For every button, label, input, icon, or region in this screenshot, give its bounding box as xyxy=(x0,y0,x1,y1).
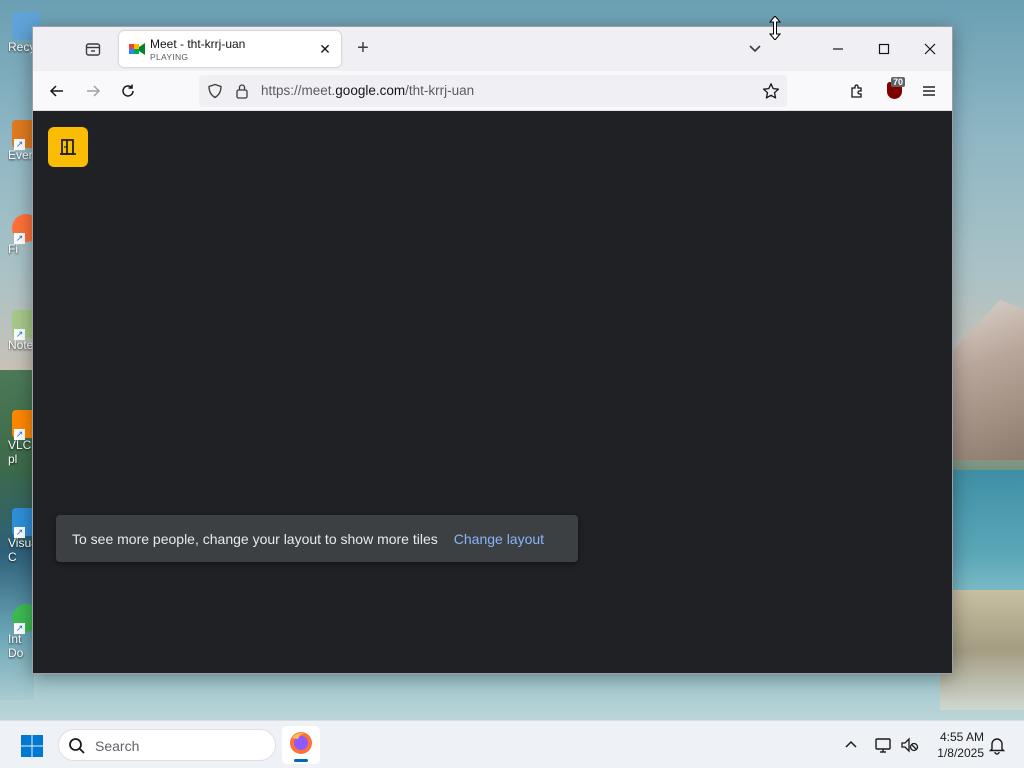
url-path: /tht-krrj-uan xyxy=(405,83,475,98)
bell-icon xyxy=(988,738,1006,755)
desktop-icon-everything[interactable]: ↗ Ever xyxy=(0,120,40,162)
desktop-icon-idm[interactable]: ↗ Int Do xyxy=(0,604,40,660)
ublock-blocked-count-badge: 70 xyxy=(891,77,906,87)
ublock-origin-button[interactable]: 70 xyxy=(883,77,907,103)
windows-logo-icon xyxy=(21,735,43,757)
new-tab-button[interactable]: + xyxy=(351,37,375,61)
bookmark-star-button[interactable] xyxy=(761,81,781,101)
shortcut-arrow-icon: ↗ xyxy=(14,527,25,538)
desktop-icon-firefox[interactable]: ↗ Fi xyxy=(0,214,40,256)
url-text: https://meet.google.com/tht-krrj-uan xyxy=(261,83,474,98)
firefox-view-button[interactable] xyxy=(81,37,105,61)
minimize-icon xyxy=(833,48,843,50)
show-hidden-icons-button[interactable] xyxy=(842,736,860,754)
app-menu-button[interactable] xyxy=(917,79,941,103)
start-button[interactable] xyxy=(20,734,44,758)
change-layout-button[interactable]: Change layout xyxy=(454,531,544,547)
meet-page-content: To see more people, change your layout t… xyxy=(33,111,952,673)
desktop-icon-vscode[interactable]: ↗ Visua C xyxy=(0,508,40,564)
star-icon xyxy=(762,83,780,99)
puzzle-piece-icon xyxy=(851,84,862,98)
tab-title: Meet - tht-krrj-uan xyxy=(150,37,246,51)
shortcut-arrow-icon: ↗ xyxy=(14,233,25,244)
search-icon xyxy=(69,738,85,754)
maximize-icon xyxy=(878,43,890,55)
url-domain: google.com xyxy=(335,83,406,98)
maximize-button[interactable] xyxy=(861,27,907,71)
network-button[interactable] xyxy=(874,735,894,760)
door-exit-icon xyxy=(60,139,76,155)
tab-playing-status: PLAYING xyxy=(150,52,189,62)
extensions-button[interactable] xyxy=(845,79,869,103)
navigation-toolbar: https://meet.google.com/tht-krrj-uan 70 xyxy=(33,71,952,111)
minimize-button[interactable] xyxy=(815,27,861,71)
lock-icon[interactable] xyxy=(235,83,249,99)
search-placeholder: Search xyxy=(95,738,140,754)
toast-message: To see more people, change your layout t… xyxy=(72,530,438,547)
speaker-muted-icon xyxy=(901,737,919,753)
network-icon xyxy=(875,738,891,753)
desktop-icon-notepad[interactable]: ↗ Note xyxy=(0,310,40,352)
shortcut-arrow-icon: ↗ xyxy=(14,623,25,634)
forward-arrow-icon xyxy=(87,85,101,97)
desktop-icon-recycle-bin[interactable]: Recy xyxy=(0,12,40,54)
firefox-view-icon xyxy=(85,43,101,56)
forward-button[interactable] xyxy=(81,79,105,103)
tab-close-icon[interactable]: ✕ xyxy=(317,41,333,57)
shortcut-arrow-icon: ↗ xyxy=(14,139,25,150)
exit-button[interactable] xyxy=(48,127,88,167)
layout-hint-toast: To see more people, change your layout t… xyxy=(56,515,578,562)
clock-date: 1/8/2025 xyxy=(937,746,984,760)
address-bar[interactable]: https://meet.google.com/tht-krrj-uan xyxy=(199,75,787,107)
chevron-down-icon xyxy=(749,45,761,53)
back-button[interactable] xyxy=(45,79,69,103)
clock-time: 4:55 AM xyxy=(939,730,984,744)
reload-button[interactable] xyxy=(116,79,140,103)
browser-window: Meet - tht-krrj-uan PLAYING ✕ + https://… xyxy=(32,26,953,674)
close-window-button[interactable] xyxy=(907,27,953,71)
tracking-protection-shield-icon[interactable] xyxy=(207,83,223,99)
reload-icon xyxy=(122,84,134,97)
chevron-up-icon xyxy=(845,740,857,748)
desktop-icon-vlc[interactable]: ↗ VLC pl xyxy=(0,410,40,466)
shortcut-arrow-icon: ↗ xyxy=(14,429,25,440)
notifications-button[interactable] xyxy=(988,735,1006,760)
hamburger-menu-icon xyxy=(923,86,935,96)
resize-cursor-icon xyxy=(769,16,781,40)
taskbar: Search 4:55 AM 1/8/2025 xyxy=(0,720,1024,768)
taskbar-search-box[interactable]: Search xyxy=(58,729,276,761)
list-all-tabs-button[interactable] xyxy=(745,39,765,59)
system-clock[interactable]: 4:55 AM 1/8/2025 xyxy=(926,729,984,761)
running-indicator xyxy=(294,759,308,762)
taskbar-firefox-button[interactable] xyxy=(282,726,320,764)
tab-meet[interactable]: Meet - tht-krrj-uan PLAYING ✕ xyxy=(119,31,341,67)
volume-button[interactable] xyxy=(900,735,920,760)
google-meet-icon xyxy=(129,43,145,55)
back-arrow-icon xyxy=(49,85,63,97)
tab-bar: Meet - tht-krrj-uan PLAYING ✕ + xyxy=(33,27,952,71)
url-prefix: https://meet. xyxy=(261,83,336,98)
close-icon xyxy=(924,43,936,55)
firefox-icon xyxy=(290,732,312,754)
shortcut-arrow-icon: ↗ xyxy=(14,329,25,340)
